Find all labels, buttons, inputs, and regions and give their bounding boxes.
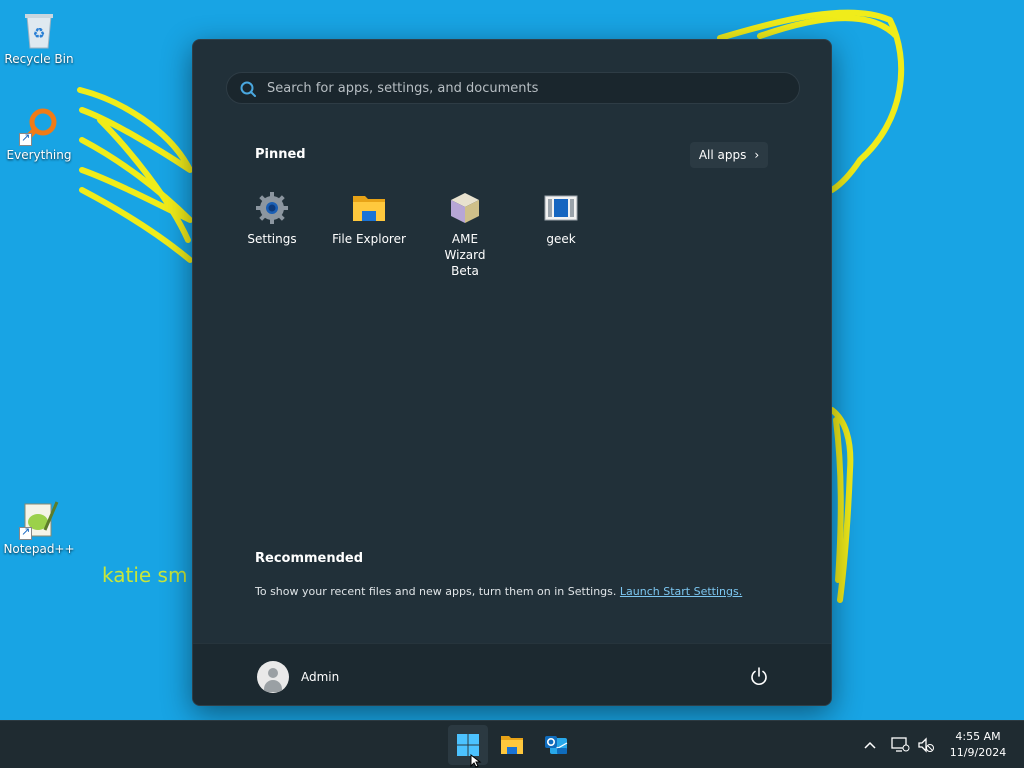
- geek-app-icon: [544, 191, 578, 225]
- taskbar: 4:55 AM 11/9/2024: [0, 720, 1024, 768]
- chevron-up-icon[interactable]: [860, 735, 880, 755]
- pinned-section-title: Pinned: [255, 147, 306, 162]
- avatar[interactable]: [257, 661, 289, 693]
- desktop-icon-recycle-bin[interactable]: ♻ Recycle Bin: [0, 10, 78, 66]
- user-name[interactable]: Admin: [301, 670, 339, 684]
- start-menu-footer: Admin: [193, 643, 831, 705]
- pinned-app-label: Settings: [247, 232, 297, 246]
- pinned-app-ame-wizard[interactable]: AME Wizard Beta: [417, 191, 513, 279]
- everything-search-icon: [19, 106, 59, 146]
- svg-text:♻: ♻: [33, 26, 46, 42]
- pinned-app-label: AME Wizard Beta: [444, 232, 486, 278]
- clock-time: 4:55 AM: [955, 730, 1001, 743]
- cube-icon: [448, 191, 482, 225]
- user-head-icon: [268, 668, 278, 678]
- desktop-icon-notepad-plus-plus[interactable]: Notepad++: [0, 500, 78, 556]
- pinned-app-label: geek: [546, 232, 576, 246]
- handwritten-desktop-text: katie sm: [102, 563, 188, 587]
- gear-icon: [255, 191, 289, 225]
- desktop-icon-label: Recycle Bin: [4, 52, 74, 66]
- search-icon: [240, 81, 256, 97]
- network-icon[interactable]: [890, 735, 910, 755]
- search-input[interactable]: [267, 73, 787, 103]
- desktop-icon-label: Notepad++: [3, 542, 75, 556]
- recycle-bin-icon: ♻: [19, 10, 59, 50]
- file-explorer-icon: [501, 736, 523, 754]
- chevron-right-icon: ›: [754, 148, 760, 162]
- desktop-icon-everything[interactable]: Everything: [0, 106, 78, 162]
- pinned-app-geek[interactable]: geek: [513, 191, 609, 247]
- shortcut-arrow-icon: [19, 525, 32, 540]
- start-search-box[interactable]: [226, 72, 800, 104]
- launch-start-settings-link[interactable]: Launch Start Settings.: [620, 585, 742, 598]
- power-icon[interactable]: [749, 666, 769, 686]
- clock-date: 11/9/2024: [949, 746, 1007, 759]
- folder-icon: [352, 191, 386, 225]
- pinned-app-file-explorer[interactable]: File Explorer: [321, 191, 417, 247]
- all-apps-label: All apps: [698, 148, 747, 162]
- desktop-icon-label: Everything: [6, 148, 72, 162]
- taskbar-outlook-new[interactable]: [536, 725, 576, 765]
- pinned-app-settings[interactable]: Settings: [224, 191, 320, 247]
- taskbar-file-explorer[interactable]: [492, 725, 532, 765]
- notepad-plus-plus-icon: [19, 500, 59, 540]
- recommended-section-title: Recommended: [255, 551, 364, 566]
- all-apps-button[interactable]: All apps ›: [690, 142, 768, 168]
- outlook-new-icon: [545, 736, 568, 754]
- recommended-message: To show your recent files and new apps, …: [255, 585, 742, 598]
- recommended-text: To show your recent files and new apps, …: [255, 585, 617, 598]
- user-body-icon: [264, 680, 282, 692]
- clock[interactable]: 4:55 AM 11/9/2024: [942, 729, 1014, 761]
- mouse-cursor-icon: [470, 754, 482, 768]
- shortcut-arrow-icon: [19, 131, 32, 146]
- start-menu: Pinned All apps › Settings: [192, 39, 832, 706]
- start-button[interactable]: [448, 725, 488, 765]
- volume-muted-icon[interactable]: [916, 735, 936, 755]
- pinned-app-label: File Explorer: [332, 232, 406, 246]
